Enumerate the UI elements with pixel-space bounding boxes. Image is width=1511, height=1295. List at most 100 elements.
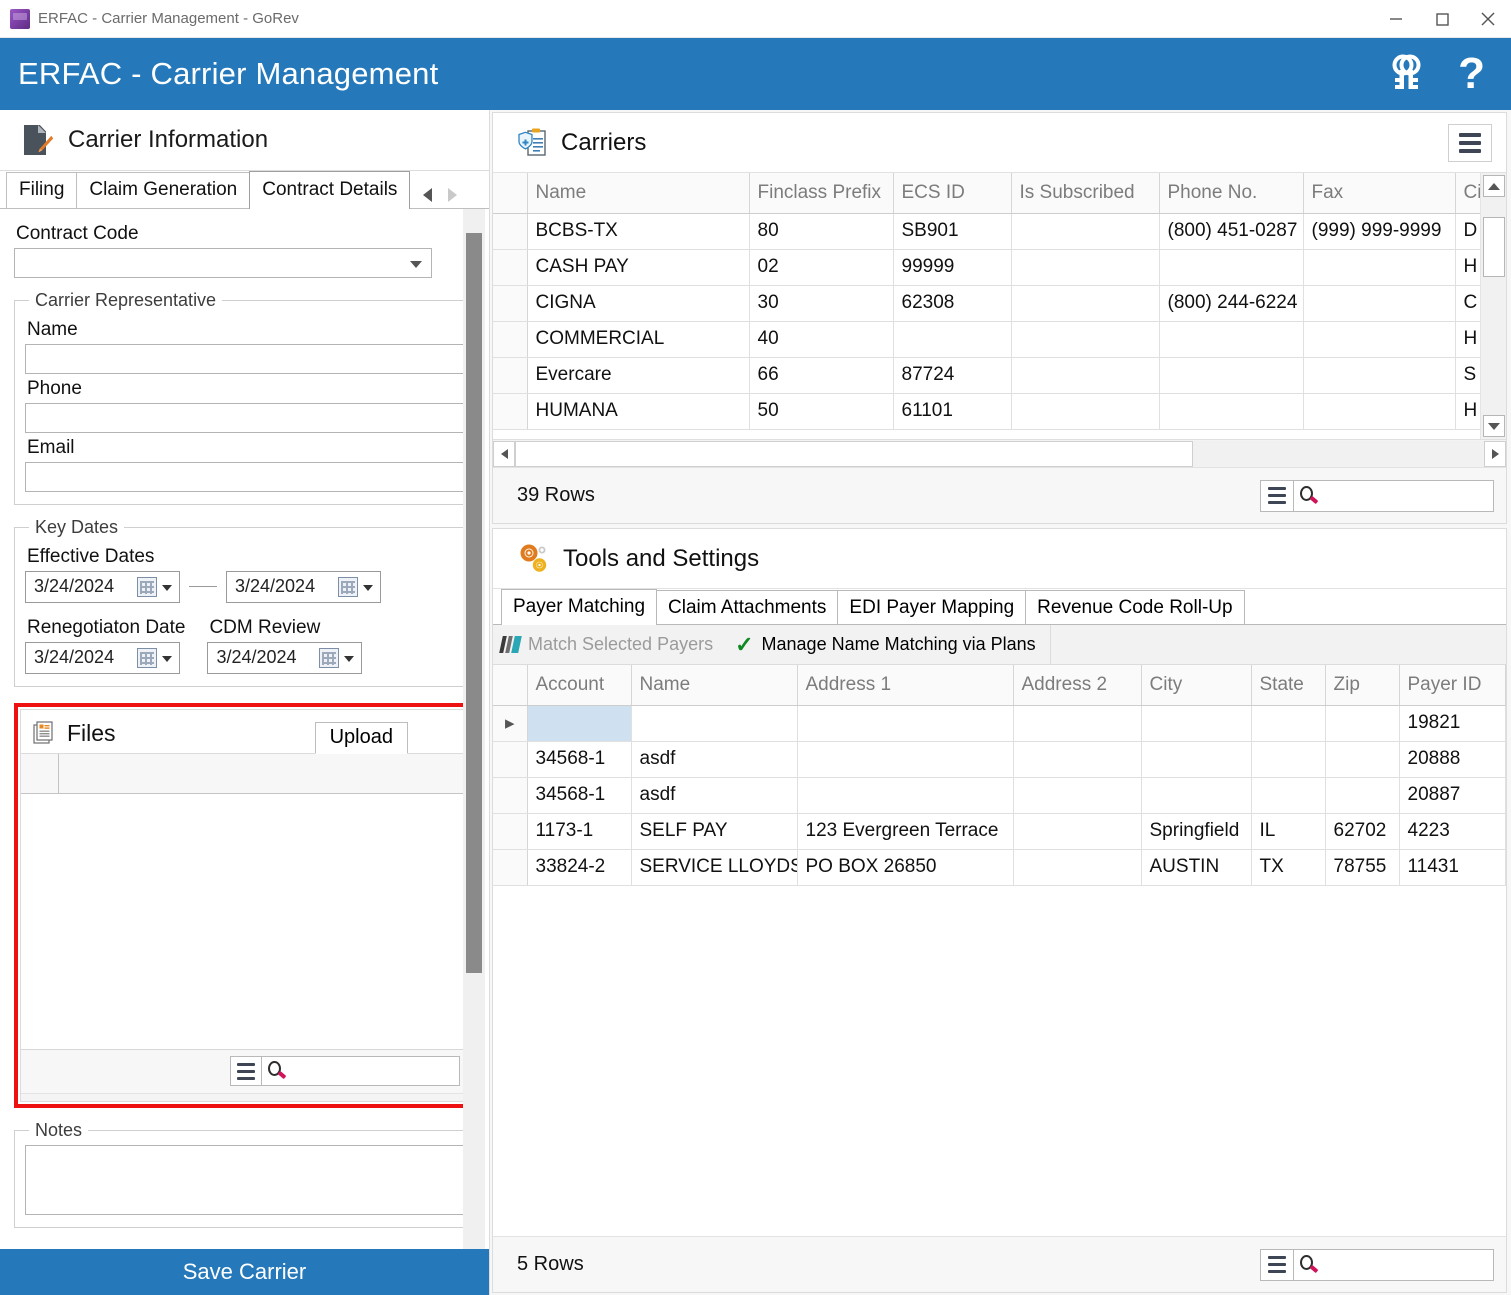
cell-phone-no[interactable]: (800) 451-0287: [1159, 213, 1304, 250]
cell-account[interactable]: 33824-2: [527, 849, 632, 886]
row-selector[interactable]: [493, 321, 528, 358]
cell-fax[interactable]: [1303, 321, 1456, 358]
scroll-left-icon[interactable]: [493, 440, 515, 467]
payer-search-input[interactable]: [1294, 1248, 1494, 1281]
cell-is-subscribed[interactable]: [1011, 249, 1160, 286]
cell-finclass-prefix[interactable]: 80: [749, 213, 894, 250]
effective-date-from[interactable]: 3/24/2024: [25, 570, 180, 603]
calendar-icon[interactable]: [319, 647, 340, 668]
cell-name[interactable]: CASH PAY: [527, 249, 750, 286]
effective-date-to[interactable]: 3/24/2024: [226, 570, 381, 603]
cell-city[interactable]: Springfield: [1141, 813, 1252, 850]
cell-fax[interactable]: (999) 999-9999: [1303, 213, 1456, 250]
cell-ecs-id[interactable]: 99999: [893, 249, 1012, 286]
calendar-icon[interactable]: [338, 576, 358, 597]
row-selector[interactable]: [493, 741, 528, 778]
cell-finclass-prefix[interactable]: 40: [749, 321, 894, 358]
payer-col-account[interactable]: Account: [527, 665, 632, 706]
cell-account[interactable]: 34568-1: [527, 777, 632, 814]
chevron-down-icon[interactable]: [162, 655, 172, 662]
payer-col-name[interactable]: Name: [631, 665, 798, 706]
cell-name[interactable]: CIGNA: [527, 285, 750, 322]
tab-payer-matching[interactable]: Payer Matching: [501, 589, 658, 625]
tab-claim-generation[interactable]: Claim Generation: [76, 171, 251, 208]
cell-finclass-prefix[interactable]: 66: [749, 357, 894, 394]
row-selector[interactable]: [493, 813, 528, 850]
notes-textarea[interactable]: [25, 1144, 464, 1215]
carriers-horizontal-scrollbar[interactable]: [493, 439, 1506, 467]
cell-fax[interactable]: [1303, 357, 1456, 394]
cell-zip[interactable]: 78755: [1325, 849, 1400, 886]
row-selector[interactable]: [493, 777, 528, 814]
hscroll-thumb[interactable]: [515, 440, 1194, 467]
cell-address-1[interactable]: [797, 705, 1014, 742]
carriers-footer-hamburger-icon[interactable]: [1260, 479, 1294, 512]
cell-address-1[interactable]: 123 Evergreen Terrace: [797, 813, 1014, 850]
table-row[interactable]: Evercare 66 87724 S: [493, 357, 1506, 394]
row-selector[interactable]: [493, 357, 528, 394]
cell-is-subscribed[interactable]: [1011, 285, 1160, 322]
cell-payer-id[interactable]: 20888: [1399, 741, 1506, 778]
help-icon[interactable]: ?: [1458, 52, 1485, 96]
cell-phone-no[interactable]: (800) 244-6224: [1159, 285, 1304, 322]
tab-filing[interactable]: Filing: [6, 171, 78, 208]
cell-name[interactable]: [631, 705, 798, 742]
cell-address-2[interactable]: [1013, 813, 1142, 850]
cell-address-1[interactable]: [797, 777, 1014, 814]
cell-account[interactable]: 1173-1: [527, 813, 632, 850]
payer-col-state[interactable]: State: [1251, 665, 1326, 706]
calendar-icon[interactable]: [137, 576, 157, 597]
cell-phone-no[interactable]: [1159, 393, 1304, 430]
cell-name[interactable]: COMMERCIAL: [527, 321, 750, 358]
carriers-col-ecs-id[interactable]: ECS ID: [893, 173, 1012, 214]
keys-icon[interactable]: [1382, 51, 1428, 97]
cell-state[interactable]: IL: [1251, 813, 1326, 850]
tab-contract-details[interactable]: Contract Details: [249, 170, 411, 209]
cell-address-2[interactable]: [1013, 741, 1142, 778]
rep-email-input[interactable]: [25, 461, 464, 492]
row-selector[interactable]: [493, 285, 528, 322]
scroll-down-icon[interactable]: [1482, 415, 1505, 437]
cell-zip[interactable]: [1325, 777, 1400, 814]
form-scrollbar-thumb[interactable]: [466, 232, 482, 973]
cell-ecs-id[interactable]: [893, 321, 1012, 358]
minimize-icon[interactable]: [1373, 0, 1419, 38]
files-hamburger-icon[interactable]: [230, 1056, 262, 1087]
carriers-col-finclass-prefix[interactable]: Finclass Prefix: [749, 173, 894, 214]
tab-revenue-code-roll-up[interactable]: Revenue Code Roll-Up: [1025, 590, 1245, 624]
cell-name[interactable]: SELF PAY: [631, 813, 798, 850]
contract-code-select[interactable]: [14, 247, 432, 278]
payer-col-address-2[interactable]: Address 2: [1013, 665, 1142, 706]
cell-ecs-id[interactable]: 62308: [893, 285, 1012, 322]
carriers-scrollbar-thumb[interactable]: [1482, 217, 1505, 277]
cell-city[interactable]: [1141, 741, 1252, 778]
chevron-down-icon[interactable]: [344, 655, 355, 662]
manage-name-matching-button[interactable]: ✓ Manage Name Matching via Plans: [727, 633, 1050, 656]
rep-name-input[interactable]: [25, 343, 464, 374]
payer-col-zip[interactable]: Zip: [1325, 665, 1400, 706]
row-selector[interactable]: [493, 249, 528, 286]
save-carrier-button[interactable]: Save Carrier: [0, 1249, 489, 1295]
hscroll-track[interactable]: [515, 440, 1484, 467]
match-selected-payers-button[interactable]: Match Selected Payers: [493, 634, 727, 655]
table-row[interactable]: HUMANA 50 61101 H: [493, 393, 1506, 430]
cell-payer-id[interactable]: 19821: [1399, 705, 1506, 742]
cell-zip[interactable]: [1325, 705, 1400, 742]
table-row[interactable]: CIGNA 30 62308 (800) 244-6224 C: [493, 285, 1506, 322]
cell-name[interactable]: asdf: [631, 741, 798, 778]
payer-col-city[interactable]: City: [1141, 665, 1252, 706]
cell-city[interactable]: [1141, 777, 1252, 814]
cell-city[interactable]: [1141, 705, 1252, 742]
table-row[interactable]: CASH PAY 02 99999 H: [493, 249, 1506, 286]
cell-address-2[interactable]: [1013, 705, 1142, 742]
cell-finclass-prefix[interactable]: 30: [749, 285, 894, 322]
tab-edi-payer-mapping[interactable]: EDI Payer Mapping: [837, 590, 1027, 624]
cell-name[interactable]: HUMANA: [527, 393, 750, 430]
row-selector[interactable]: ▸: [493, 705, 528, 742]
chevron-down-icon[interactable]: [363, 584, 373, 591]
files-search-input[interactable]: [262, 1056, 460, 1087]
cdm-review-input[interactable]: 3/24/2024: [207, 641, 363, 674]
carriers-menu-button[interactable]: [1448, 124, 1492, 162]
cell-payer-id[interactable]: 11431: [1399, 849, 1506, 886]
table-row[interactable]: 33824-2 SERVICE LLOYDS PO BOX 26850 AUST…: [493, 849, 1506, 886]
